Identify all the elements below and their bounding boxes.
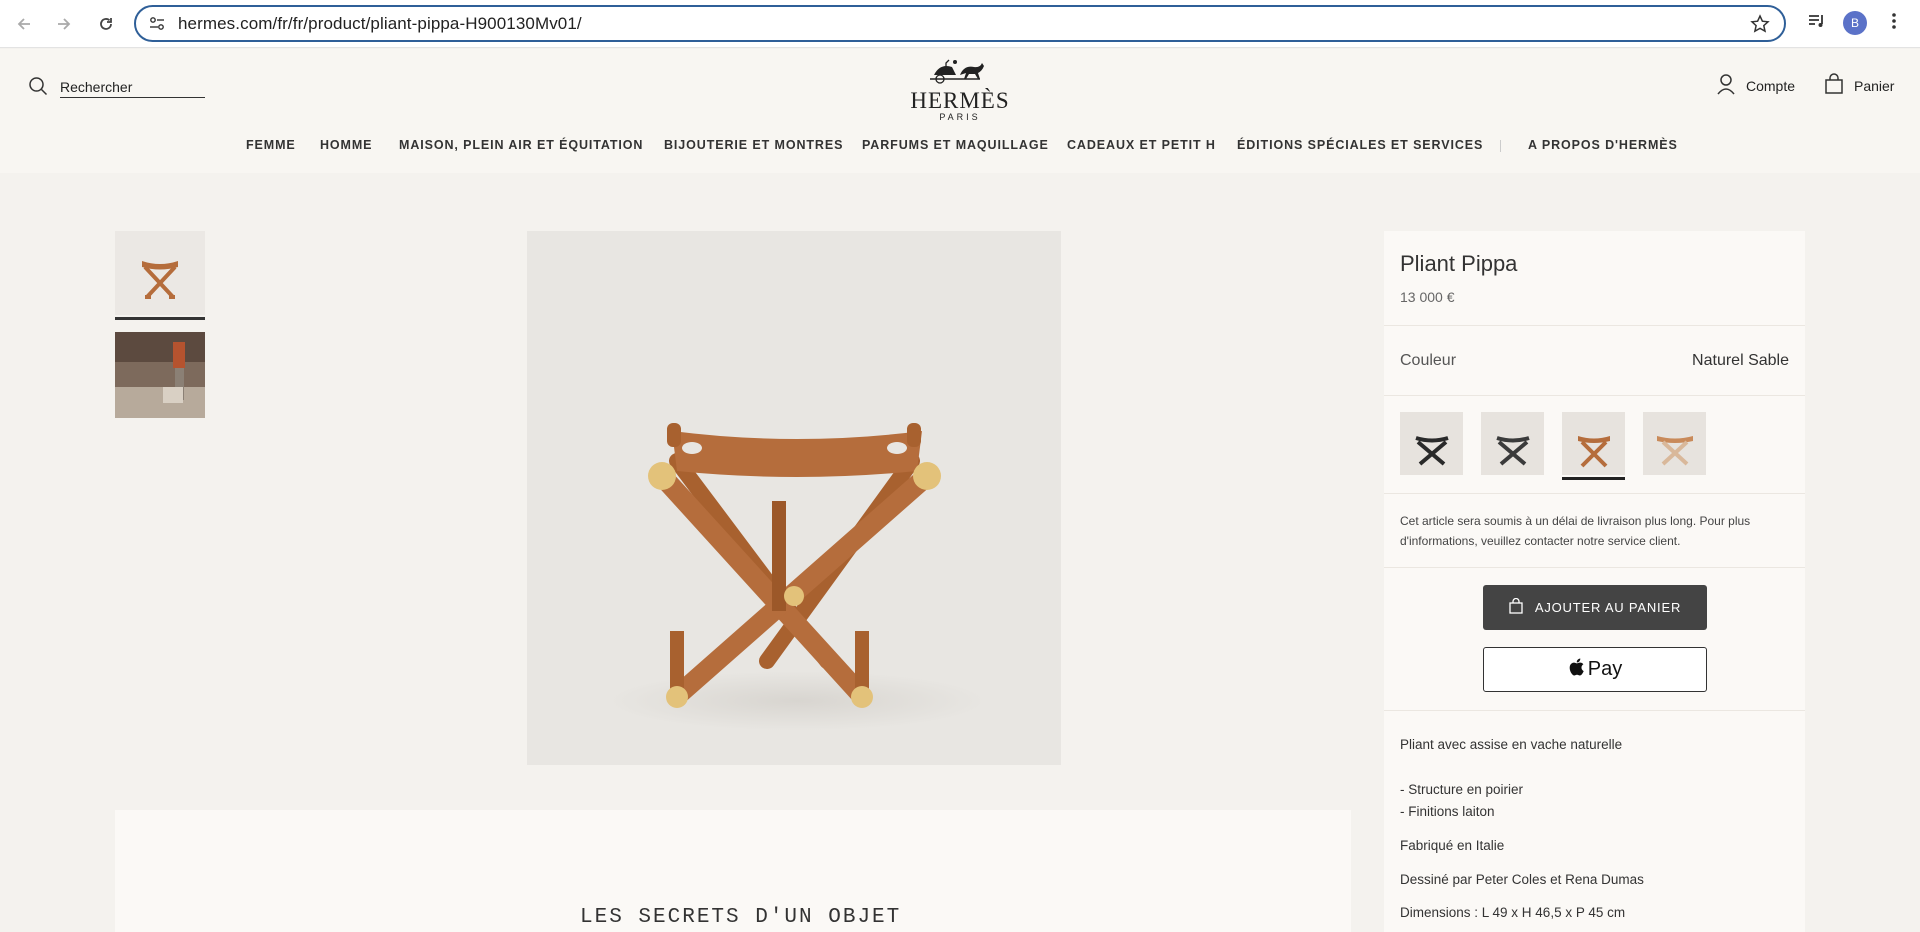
forward-arrow-icon[interactable]	[52, 12, 76, 36]
panel-divider	[1384, 325, 1805, 326]
stool-dark-swatch-image	[1481, 412, 1544, 475]
color-swatch-4[interactable]	[1643, 412, 1706, 475]
browser-menu-icon[interactable]	[1884, 10, 1904, 37]
lifestyle-thumbnail-image	[115, 332, 205, 418]
apple-logo-icon	[1568, 657, 1586, 683]
search-field[interactable]: Rechercher	[28, 76, 205, 101]
account-label: Compte	[1746, 77, 1796, 94]
secrets-title: LES SECRETS D'UN OBJET	[580, 906, 902, 929]
nav-item-parfums[interactable]: PARFUMS ET MAQUILLAGE	[862, 138, 1049, 152]
apple-pay-button[interactable]: Pay	[1483, 647, 1707, 692]
panel-divider	[1384, 395, 1805, 396]
description-finitions: - Finitions laiton	[1400, 804, 1495, 819]
secrets-section: LES SECRETS D'UN OBJET	[115, 810, 1351, 932]
bookmark-star-icon[interactable]	[1750, 14, 1770, 39]
nav-divider	[1500, 140, 1501, 152]
delivery-notice: Cet article sera soumis à un délai de li…	[1400, 514, 1751, 548]
color-swatch-2[interactable]	[1481, 412, 1544, 475]
user-icon	[1716, 73, 1736, 98]
panel-divider	[1384, 567, 1805, 568]
description-structure: - Structure en poirier	[1400, 782, 1524, 797]
cart-label: Panier	[1854, 77, 1895, 94]
description-made-in: Fabriqué en Italie	[1400, 838, 1505, 853]
brand-name: HERMÈS	[910, 88, 1010, 113]
stool-light-swatch-image	[1643, 412, 1706, 475]
nav-item-bijouterie[interactable]: BIJOUTERIE ET MONTRES	[664, 138, 843, 152]
site-header: Rechercher HERMÈS PARIS Compte Panier FE…	[0, 49, 1920, 173]
cart-link[interactable]: Panier	[1824, 73, 1894, 98]
nav-item-cadeaux[interactable]: CADEAUX ET PETIT H	[1067, 138, 1216, 152]
nav-item-a-propos[interactable]: A PROPOS D'HERMÈS	[1528, 138, 1678, 152]
color-swatch-3[interactable]	[1562, 412, 1625, 475]
add-to-cart-button[interactable]: AJOUTER AU PANIER	[1483, 585, 1707, 630]
profile-avatar[interactable]: B	[1843, 11, 1867, 35]
swatch-selected-indicator	[1562, 477, 1625, 480]
panel-divider	[1384, 710, 1805, 711]
site-settings-icon[interactable]	[148, 15, 166, 38]
nav-item-homme[interactable]: HOMME	[320, 138, 372, 152]
url-text[interactable]: hermes.com/fr/fr/product/pliant-pippa-H9…	[178, 14, 582, 34]
product-name: Pliant Pippa	[1400, 251, 1518, 276]
add-to-cart-label: AJOUTER AU PANIER	[1534, 600, 1682, 615]
product-main-image[interactable]	[527, 231, 1061, 765]
back-arrow-icon[interactable]	[12, 12, 36, 36]
description-dimensions: Dimensions : L 49 x H 46,5 x P 45 cm	[1400, 905, 1626, 920]
color-value: Naturel Sable	[1692, 352, 1789, 369]
search-icon[interactable]	[28, 76, 48, 101]
description-intro: Pliant avec assise en vache naturelle	[1400, 737, 1623, 752]
nav-item-femme[interactable]: FEMME	[246, 138, 296, 152]
product-info-panel: Pliant Pippa 13 000 € Couleur Naturel Sa…	[1384, 231, 1805, 932]
pliant-pippa-stool-image	[527, 231, 1061, 765]
color-label: Couleur	[1400, 352, 1457, 369]
color-swatch-1[interactable]	[1400, 412, 1463, 475]
stool-black-swatch-image	[1400, 412, 1463, 475]
panel-divider	[1384, 493, 1805, 494]
browser-toolbar: hermes.com/fr/fr/product/pliant-pippa-H9…	[0, 0, 1920, 48]
nav-item-maison[interactable]: MAISON, PLEIN AIR ET ÉQUITATION	[399, 138, 643, 152]
shopping-bag-icon	[1824, 73, 1844, 98]
apple-pay-label: Pay	[1587, 658, 1623, 680]
carriage-icon	[930, 59, 984, 84]
reload-icon[interactable]	[94, 12, 118, 36]
main-navigation: FEMME HOMME MAISON, PLEIN AIR ET ÉQUITAT…	[0, 138, 1920, 158]
description-designer: Dessiné par Peter Coles et Rena Dumas	[1400, 872, 1644, 887]
product-price: 13 000 €	[1400, 289, 1455, 305]
nav-item-editions[interactable]: ÉDITIONS SPÉCIALES ET SERVICES	[1237, 138, 1483, 152]
thumbnail-selected-indicator	[115, 317, 205, 320]
media-control-icon[interactable]	[1806, 10, 1828, 37]
stool-thumbnail-image	[115, 231, 205, 315]
search-input[interactable]: Rechercher	[60, 79, 205, 98]
address-bar[interactable]: hermes.com/fr/fr/product/pliant-pippa-H9…	[134, 5, 1786, 42]
stool-naturel-sable-swatch-image	[1562, 412, 1625, 475]
product-thumbnail-2[interactable]	[115, 332, 205, 418]
account-link[interactable]: Compte	[1716, 73, 1795, 98]
shopping-bag-icon	[1509, 597, 1523, 617]
hermes-logo[interactable]: HERMÈS PARIS	[900, 55, 1020, 122]
product-thumbnail-1[interactable]	[115, 231, 205, 315]
